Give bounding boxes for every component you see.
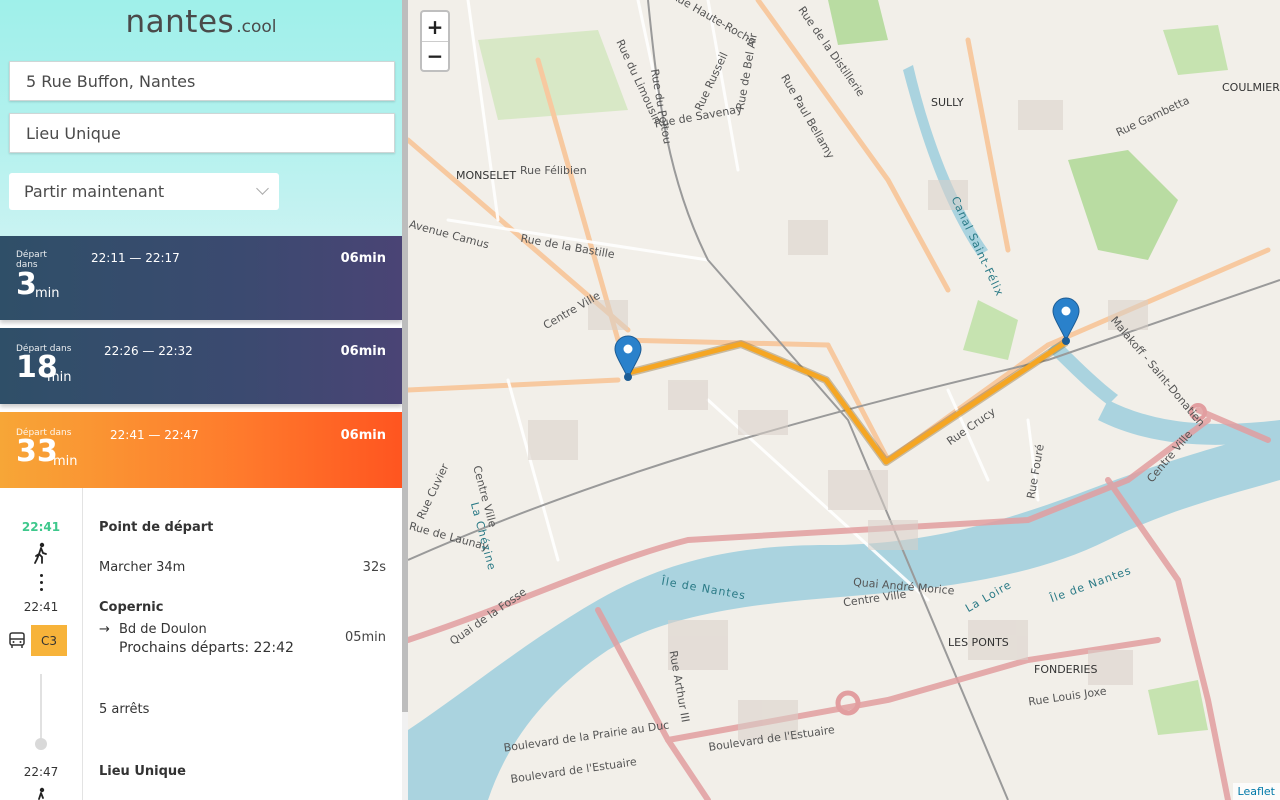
map[interactable]: Rue Haute-Roche Rue du Limousin Rue du P… (408, 0, 1280, 800)
chevron-down-icon (256, 182, 269, 195)
ride-line (40, 674, 42, 740)
logo-tld: .cool (236, 17, 277, 37)
side-panel: nantes.cool Partir maintenant Départ dan… (0, 0, 402, 800)
walk-duration: 32s (362, 560, 386, 575)
route-details: 22:41 Point de départ Marcher 34m 32s 22… (0, 488, 402, 800)
depart-in-minutes: 33 (16, 434, 58, 469)
departure-select[interactable]: Partir maintenant (9, 173, 279, 210)
route-times: 22:26 — 22:32 (104, 344, 193, 358)
destination-marker-icon (1052, 297, 1080, 345)
district-label: COULMIER (1222, 81, 1280, 94)
arrow-right-icon: → (99, 622, 110, 637)
end-time: 22:47 (23, 765, 59, 779)
map-attribution[interactable]: Leaflet (1232, 783, 1280, 800)
zoom-in-button[interactable]: + (422, 12, 448, 41)
destination-input[interactable] (26, 123, 394, 143)
ride-duration: 05min (344, 630, 386, 645)
route-option-selected[interactable]: Départ dans 33 min 22:41 — 22:47 06min (0, 412, 402, 488)
route-option[interactable]: Départ dans 3 min 22:11 — 22:17 06min (0, 236, 402, 320)
logo[interactable]: nantes .cool (0, 4, 402, 40)
route-duration: 06min (340, 344, 386, 359)
district-label: SULLY (931, 96, 964, 109)
depart-unit: min (47, 370, 72, 385)
district-label: LES PONTS (948, 636, 1009, 649)
start-label: Point de départ (99, 520, 214, 535)
walk-label: Marcher 34m (99, 560, 186, 575)
route-option[interactable]: Départ dans 18 min 22:26 — 22:32 06min (0, 328, 402, 404)
departure-select-value: Partir maintenant (24, 182, 165, 201)
line-badge: C3 (31, 625, 67, 656)
end-label: Lieu Unique (99, 764, 186, 779)
depart-unit: min (53, 454, 78, 469)
bus-icon (8, 631, 26, 653)
street-label: Rue Félibien (520, 164, 587, 177)
district-label: MONSELET (456, 169, 517, 182)
stop-time: 22:41 (23, 600, 59, 614)
next-departures: Prochains départs: 22:42 (119, 640, 294, 656)
start-time: 22:41 (21, 520, 61, 534)
destination-field[interactable] (9, 113, 395, 153)
route-duration: 06min (340, 428, 386, 443)
logo-main: nantes (125, 4, 235, 40)
walk-icon (33, 786, 49, 800)
app: nantes.cool Partir maintenant Départ dan… (0, 0, 1280, 800)
ride-line-end (35, 738, 47, 750)
route-times: 22:11 — 22:17 (91, 251, 180, 265)
origin-input[interactable] (26, 71, 394, 91)
depart-in-minutes: 3 (16, 267, 37, 302)
depart-unit: min (35, 286, 60, 301)
timeline-separator (82, 488, 83, 800)
route-duration: 06min (340, 251, 386, 266)
stops-count[interactable]: 5 arrêts (99, 702, 149, 717)
zoom-out-button[interactable]: − (422, 41, 448, 70)
origin-field[interactable] (9, 61, 395, 101)
route-times: 22:41 — 22:47 (110, 428, 199, 442)
walk-dots (40, 574, 43, 595)
stop-name: Copernic (99, 600, 164, 615)
walk-icon (33, 542, 49, 568)
direction: Bd de Doulon (119, 622, 207, 637)
district-label: FONDERIES (1034, 663, 1098, 676)
search-header: nantes.cool Partir maintenant (0, 0, 402, 236)
zoom-control: + − (420, 10, 450, 72)
